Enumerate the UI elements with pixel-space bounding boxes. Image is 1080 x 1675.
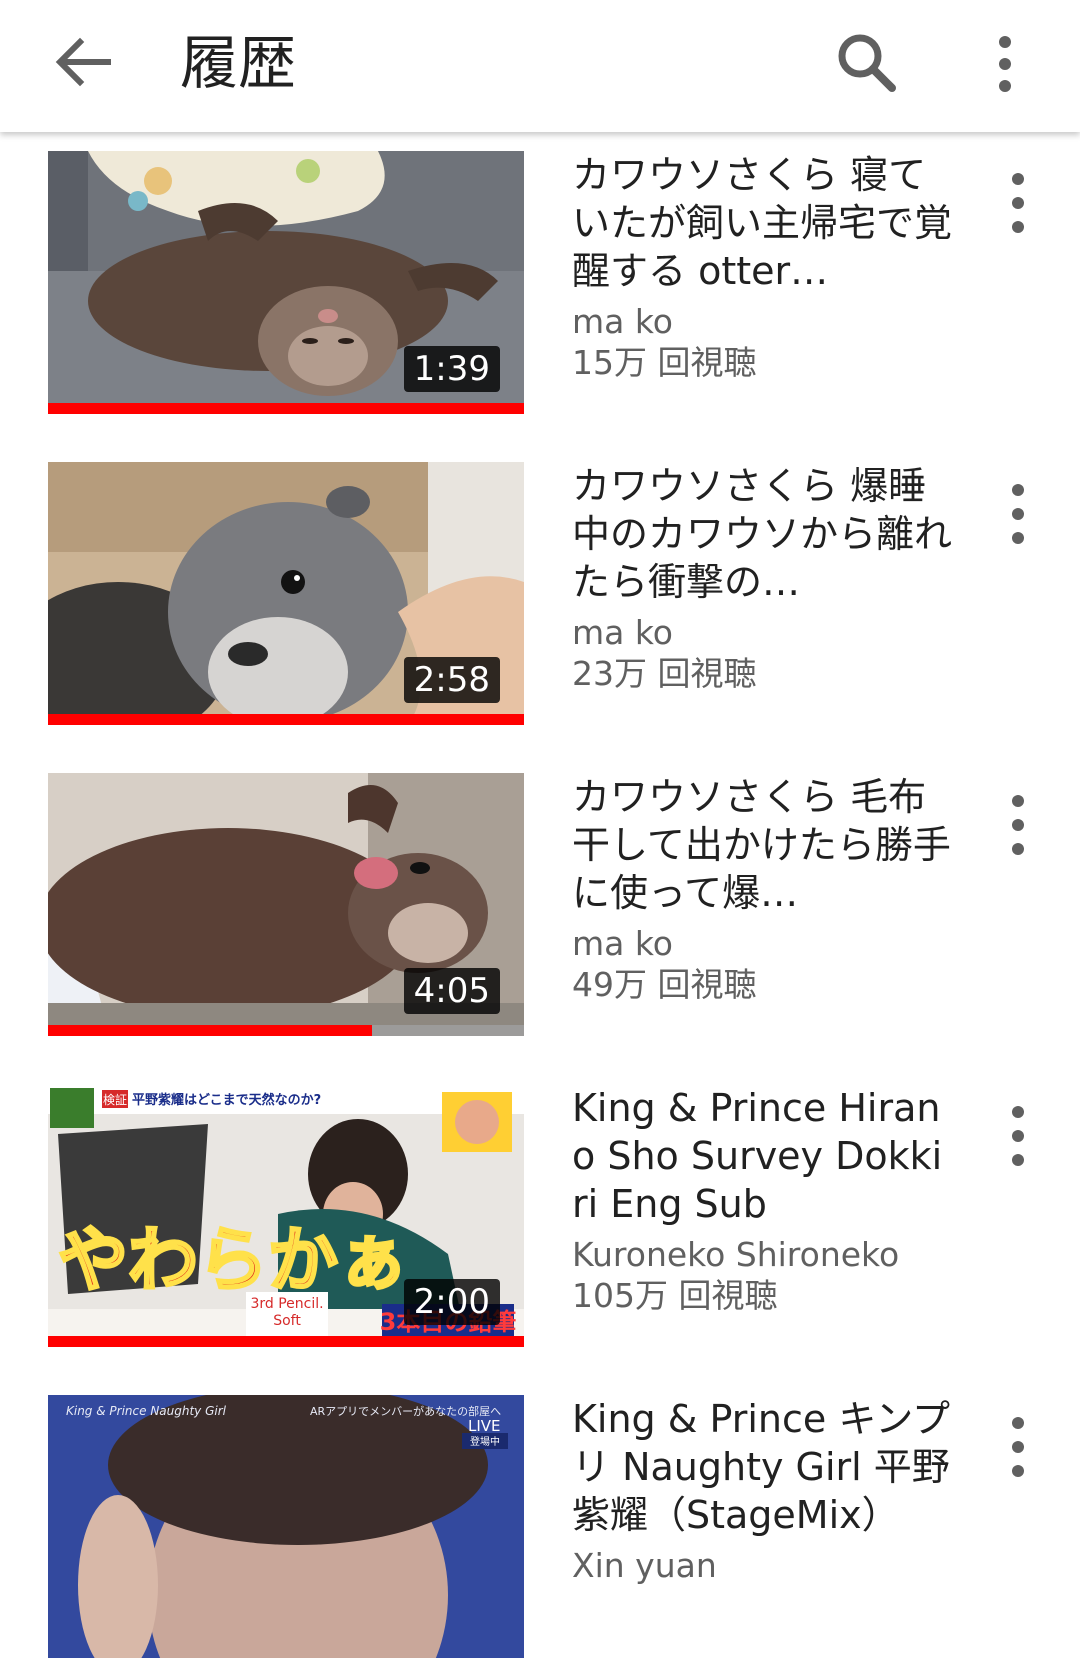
thumb-pencil-2: Soft bbox=[273, 1313, 301, 1329]
video-thumbnail[interactable]: 2:58 bbox=[48, 462, 524, 725]
video-info[interactable]: カワウソさくら 毛布干して出かけたら勝手に使って爆… ma ko 49万 回視聴 bbox=[572, 773, 952, 1005]
more-vert-icon[interactable] bbox=[1002, 484, 1034, 548]
more-vert-icon[interactable] bbox=[1002, 1417, 1034, 1481]
thumb-tag: 検証 bbox=[103, 1093, 127, 1107]
video-title[interactable]: カワウソさくら 毛布干して出かけたら勝手に使って爆… bbox=[572, 773, 952, 917]
video-thumbnail[interactable]: King & Prince Naughty Girl ARアプリでメンバーがあな… bbox=[48, 1395, 524, 1658]
video-duration: 4:05 bbox=[403, 968, 500, 1014]
app-bar: 履歴 bbox=[0, 0, 1080, 132]
video-info[interactable]: カワウソさくら 寝ていたが飼い主帰宅で覚醒する otter… ma ko 15万… bbox=[572, 151, 952, 383]
more-vert-icon[interactable] bbox=[990, 34, 1020, 94]
view-count: 49万 回視聴 bbox=[572, 965, 757, 1004]
thumb-ar: ARアプリでメンバーがあなたの部屋へ bbox=[310, 1404, 501, 1418]
thumb-corner: King & Prince Naughty Girl bbox=[66, 1404, 227, 1418]
watch-progress-fill bbox=[48, 1336, 524, 1347]
watch-progress-fill bbox=[48, 714, 524, 725]
history-list: 1:39 カワウソさくら 寝ていたが飼い主帰宅で覚醒する otter… ma k… bbox=[0, 0, 1080, 1658]
video-info[interactable]: King & Prince Hirano Sho Survey Dokkiri … bbox=[572, 1084, 952, 1316]
video-duration: 2:58 bbox=[403, 657, 500, 703]
thumb-caption: やわらかぁ bbox=[58, 1219, 408, 1301]
stage-performance-image: King & Prince Naughty Girl ARアプリでメンバーがあな… bbox=[48, 1395, 524, 1658]
watch-progress-bar bbox=[48, 1025, 524, 1036]
video-duration: 2:00 bbox=[403, 1279, 500, 1325]
thumb-live: LIVE bbox=[468, 1417, 501, 1435]
more-vert-icon[interactable] bbox=[1002, 1106, 1034, 1170]
video-title[interactable]: カワウソさくら 爆睡中のカワウソから離れたら衝撃の… bbox=[572, 462, 952, 606]
watch-progress-bar bbox=[48, 1336, 524, 1347]
thumb-pencil-1: 3rd Pencil. bbox=[250, 1296, 323, 1312]
watch-progress-bar bbox=[48, 714, 524, 725]
video-thumbnail[interactable]: 1:39 bbox=[48, 151, 524, 414]
channel-name: ma ko bbox=[572, 613, 673, 652]
list-item[interactable]: King & Prince Naughty Girl ARアプリでメンバーがあな… bbox=[0, 1395, 1080, 1675]
arrow-back-icon[interactable] bbox=[52, 30, 116, 94]
video-title[interactable]: King & Prince キンプリ Naughty Girl 平野紫耀（Sta… bbox=[572, 1395, 952, 1539]
video-title[interactable]: カワウソさくら 寝ていたが飼い主帰宅で覚醒する otter… bbox=[572, 151, 952, 295]
view-count: 23万 回視聴 bbox=[572, 654, 757, 693]
list-item[interactable]: 検証 平野紫耀はどこまで天然なのか? やわらかぁ 3rd Pencil. Sof… bbox=[0, 1084, 1080, 1364]
list-item[interactable]: 1:39 カワウソさくら 寝ていたが飼い主帰宅で覚醒する otter… ma k… bbox=[0, 151, 1080, 431]
channel-name: Xin yuan bbox=[572, 1546, 717, 1585]
channel-name: ma ko bbox=[572, 302, 673, 341]
view-count: 105万 回視聴 bbox=[572, 1276, 778, 1315]
watch-progress-fill bbox=[48, 1025, 372, 1036]
thumb-now: 登場中 bbox=[470, 1435, 500, 1448]
video-thumbnail[interactable]: 4:05 bbox=[48, 773, 524, 1036]
thumb-headline: 平野紫耀はどこまで天然なのか? bbox=[132, 1092, 321, 1108]
page-title: 履歴 bbox=[180, 29, 297, 97]
watch-progress-bar bbox=[48, 403, 524, 414]
video-duration: 1:39 bbox=[403, 346, 500, 392]
video-title[interactable]: King & Prince Hirano Sho Survey Dokkiri … bbox=[572, 1084, 952, 1228]
list-item[interactable]: 4:05 カワウソさくら 毛布干して出かけたら勝手に使って爆… ma ko 49… bbox=[0, 773, 1080, 1053]
video-info[interactable]: King & Prince キンプリ Naughty Girl 平野紫耀（Sta… bbox=[572, 1395, 952, 1586]
channel-name: Kuroneko Shironeko bbox=[572, 1235, 900, 1274]
more-vert-icon[interactable] bbox=[1002, 173, 1034, 237]
more-vert-icon[interactable] bbox=[1002, 795, 1034, 859]
watch-progress-fill bbox=[48, 403, 524, 414]
search-icon[interactable] bbox=[832, 28, 902, 98]
view-count: 15万 回視聴 bbox=[572, 343, 757, 382]
video-info[interactable]: カワウソさくら 爆睡中のカワウソから離れたら衝撃の… ma ko 23万 回視聴 bbox=[572, 462, 952, 694]
channel-name: ma ko bbox=[572, 924, 673, 963]
video-thumbnail[interactable]: 検証 平野紫耀はどこまで天然なのか? やわらかぁ 3rd Pencil. Sof… bbox=[48, 1084, 524, 1347]
list-item[interactable]: 2:58 カワウソさくら 爆睡中のカワウソから離れたら衝撃の… ma ko 23… bbox=[0, 462, 1080, 742]
